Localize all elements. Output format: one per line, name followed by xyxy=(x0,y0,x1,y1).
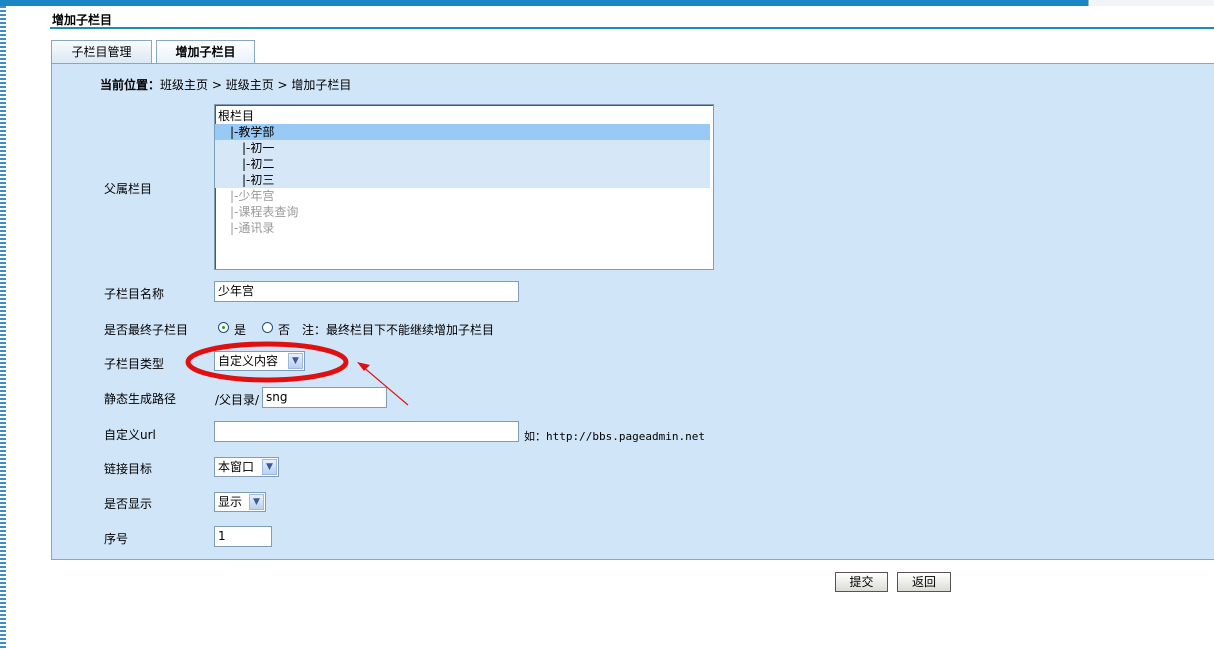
annotation-overlay xyxy=(185,341,409,406)
annotation-ellipse xyxy=(185,341,349,383)
annotation-arrow-line xyxy=(361,365,409,406)
annotation-arrow-head xyxy=(357,362,370,371)
